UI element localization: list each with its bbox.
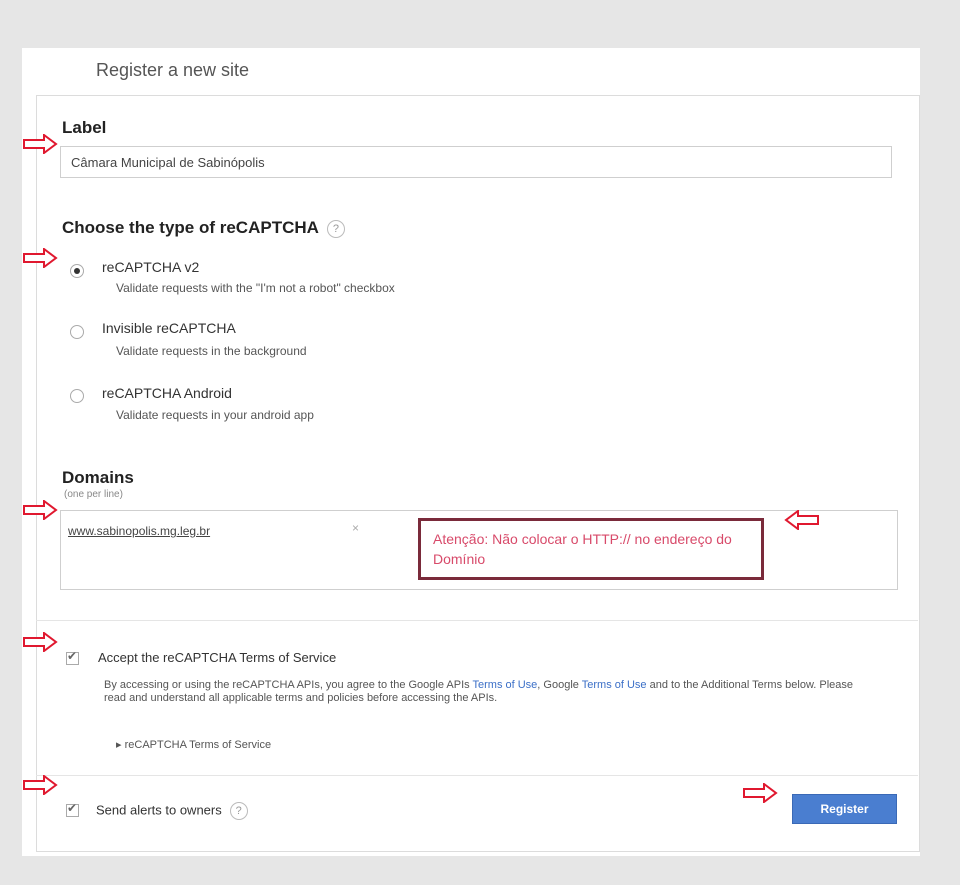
divider — [36, 775, 918, 776]
domain-entry[interactable]: www.sabinopolis.mg.leg.br — [68, 524, 210, 538]
option-desc-v2: Validate requests with the "I'm not a ro… — [116, 281, 395, 295]
page-title: Register a new site — [96, 60, 250, 80]
domains-note: (one per line) — [64, 489, 123, 500]
tos-checkbox[interactable] — [66, 649, 79, 665]
radio-recaptcha-v2[interactable] — [70, 264, 84, 278]
red-arrow-icon — [23, 775, 58, 795]
help-icon[interactable]: ? — [326, 219, 345, 238]
register-button[interactable]: Register — [792, 794, 897, 824]
tos-expand-link[interactable]: ▸ reCAPTCHA Terms of Service — [116, 738, 271, 751]
divider — [36, 620, 918, 621]
type-heading-text: Choose the type of reCAPTCHA — [62, 218, 319, 237]
option-title-v2: reCAPTCHA v2 — [102, 259, 200, 275]
tos-expand-label: reCAPTCHA Terms of Service — [124, 739, 272, 751]
alerts-label-text: Send alerts to owners — [96, 802, 222, 818]
expand-icon: ▸ — [116, 739, 122, 751]
terms-link-2[interactable]: Terms of Use — [582, 679, 647, 691]
label-input[interactable] — [60, 146, 892, 178]
domains-heading: Domains — [62, 468, 134, 487]
type-heading: Choose the type of reCAPTCHA? — [62, 218, 345, 238]
red-arrow-icon — [23, 500, 58, 520]
remove-domain-icon[interactable]: × — [352, 521, 359, 535]
tos-text-1: By accessing or using the reCAPTCHA APIs… — [104, 679, 473, 691]
option-desc-android: Validate requests in your android app — [116, 408, 314, 422]
red-arrow-icon — [23, 632, 58, 652]
red-arrow-icon — [743, 783, 778, 803]
tos-label: Accept the reCAPTCHA Terms of Service — [98, 650, 337, 665]
red-arrow-icon — [23, 134, 58, 154]
radio-invisible-recaptcha[interactable] — [70, 325, 84, 339]
option-desc-invisible: Validate requests in the background — [116, 344, 307, 358]
option-title-invisible: Invisible reCAPTCHA — [102, 320, 236, 336]
option-title-android: reCAPTCHA Android — [102, 385, 232, 401]
alerts-checkbox[interactable] — [66, 801, 79, 817]
tos-text: By accessing or using the reCAPTCHA APIs… — [104, 679, 856, 705]
warning-callout: Atenção: Não colocar o HTTP:// no endere… — [418, 518, 764, 580]
red-arrow-icon — [23, 248, 58, 268]
alerts-label: Send alerts to owners? — [96, 802, 248, 820]
terms-link-1[interactable]: Terms of Use — [473, 679, 538, 691]
red-arrow-left-icon — [784, 510, 819, 530]
help-icon[interactable]: ? — [229, 802, 248, 820]
tos-text-2: , Google — [537, 679, 582, 691]
radio-recaptcha-android[interactable] — [70, 389, 84, 403]
label-heading: Label — [62, 118, 107, 137]
